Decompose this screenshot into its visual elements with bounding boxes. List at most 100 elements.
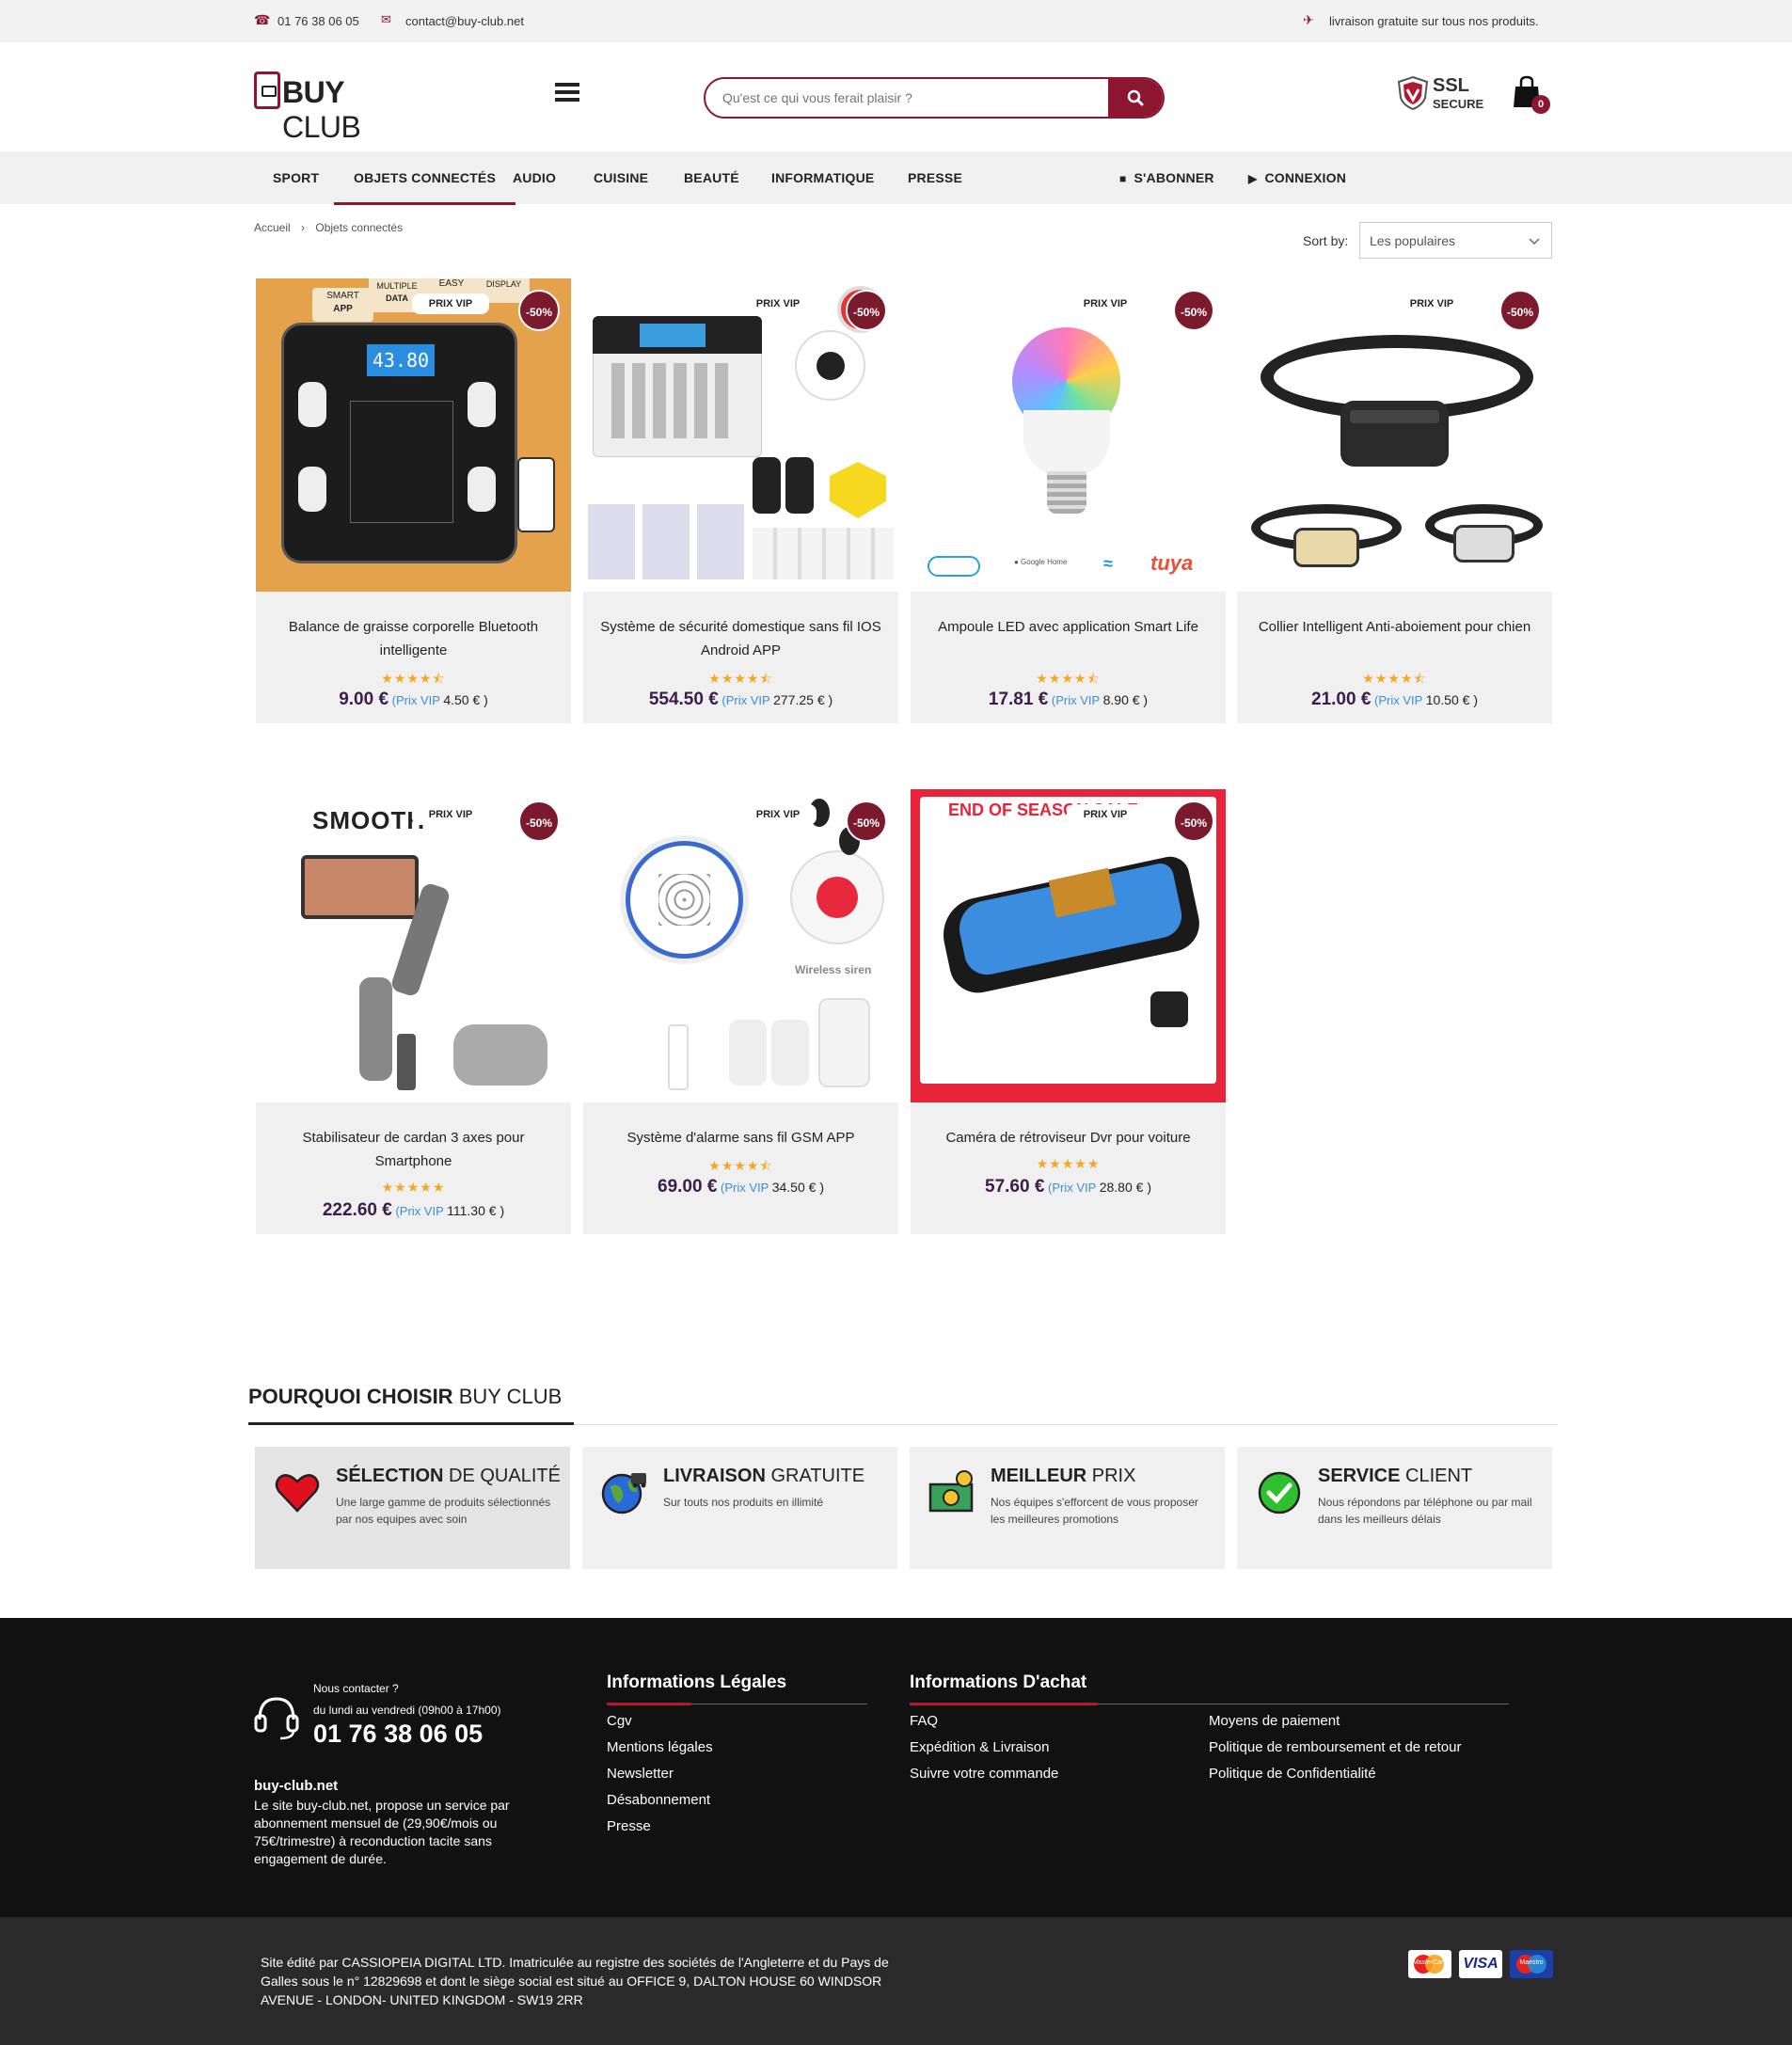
image-tag-text: EASY xyxy=(438,278,465,289)
price-value: 222.60 € xyxy=(322,1200,392,1220)
topbar-email[interactable]: contact@buy-club.net xyxy=(405,14,524,28)
page: ☎ 01 76 38 06 05 ✉ contact@buy-club.net … xyxy=(0,0,1792,2045)
login-link[interactable]: ▶ CONNEXION xyxy=(1248,151,1346,204)
product-price: 222.60 € (Prix VIP 111.30 € ) xyxy=(256,1200,571,1221)
feature-description: Sur touts nos produits en illimité xyxy=(663,1496,824,1509)
nav-item-objets-connectes[interactable]: OBJETS CONNECTÉS xyxy=(334,151,515,205)
feature-title: SERVICE CLIENT xyxy=(1318,1466,1473,1486)
discount-badge: -50% xyxy=(1173,290,1214,331)
footer-link-suivi[interactable]: Suivre votre commande xyxy=(910,1766,1058,1782)
footer-phone[interactable]: 01 76 38 06 05 xyxy=(313,1720,483,1749)
product-price: 69.00 € (Prix VIP 34.50 € ) xyxy=(583,1177,898,1197)
vip-price-value: 8.90 € ) xyxy=(1102,692,1149,707)
logo[interactable]: BUY CLUB xyxy=(254,71,423,144)
product-image[interactable] xyxy=(583,278,898,592)
vip-price-value: 277.25 € ) xyxy=(773,692,833,707)
footer-link-presse[interactable]: Presse xyxy=(607,1818,651,1834)
product-card[interactable]: ● Google Home ≈ tuya PRIX VIP -50% Ampou… xyxy=(911,278,1226,723)
logo-bag-icon xyxy=(254,71,280,109)
vip-badge: PRIX VIP xyxy=(1067,293,1144,314)
feature-description: Une large gamme de produits sélectionnés… xyxy=(336,1496,551,1526)
phone-icon: ☎ xyxy=(254,12,271,27)
product-name[interactable]: Stabilisateur de cardan 3 axes pour Smar… xyxy=(273,1126,554,1173)
heading-underline-accent xyxy=(910,1703,1098,1705)
product-name[interactable]: Caméra de rétroviseur Dvr pour voiture xyxy=(928,1126,1209,1149)
product-image[interactable]: END OF SEASON SALE xyxy=(911,789,1226,1102)
price-value: 69.00 € xyxy=(658,1177,718,1197)
footer-link-expedition[interactable]: Expédition & Livraison xyxy=(910,1739,1049,1755)
vip-price-label: (Prix VIP xyxy=(395,1204,444,1218)
end-of-season-banner-text: END OF SEASON SALE xyxy=(948,801,1139,819)
footer-link-desabonnement[interactable]: Désabonnement xyxy=(607,1792,710,1808)
vip-price-label: (Prix VIP xyxy=(1051,693,1100,707)
nav-item-audio[interactable]: AUDIO xyxy=(513,151,556,204)
cart-button[interactable]: 0 xyxy=(1511,75,1554,117)
footer: Nous contacter ? du lundi au vendredi (0… xyxy=(0,1618,1792,1917)
footer-link-faq[interactable]: FAQ xyxy=(910,1713,938,1729)
nav-item-beaute[interactable]: BEAUTÉ xyxy=(684,151,739,204)
logo-text: BUY CLUB xyxy=(282,75,361,144)
rating-stars: ★★★★⯪ xyxy=(1036,671,1101,686)
sort-label: Sort by: xyxy=(1303,233,1349,248)
rating-stars: ★★★★⯪ xyxy=(1362,671,1427,686)
breadcrumb-home[interactable]: Accueil xyxy=(254,221,291,234)
breadcrumb-current: Objets connectés xyxy=(315,221,404,234)
discount-badge: -50% xyxy=(518,801,560,842)
search-icon xyxy=(1127,89,1144,106)
topbar-phone[interactable]: 01 76 38 06 05 xyxy=(278,14,359,28)
play-icon: ▶ xyxy=(1248,172,1258,185)
nav-item-informatique[interactable]: INFORMATIQUE xyxy=(771,151,874,204)
discount-badge: -50% xyxy=(1499,290,1541,331)
main-nav: SPORT OBJETS CONNECTÉS AUDIO CUISINE BEA… xyxy=(0,151,1792,205)
subscribe-label: S'ABONNER xyxy=(1134,170,1214,185)
feature-description: Nous répondons par téléphone ou par mail… xyxy=(1318,1496,1532,1526)
footer-link-mentions[interactable]: Mentions légales xyxy=(607,1739,713,1755)
footer-link-newsletter[interactable]: Newsletter xyxy=(607,1766,674,1782)
feature-title: MEILLEUR PRIX xyxy=(991,1466,1136,1486)
cart-count-badge: 0 xyxy=(1531,95,1550,114)
product-image[interactable]: SMOOTH xyxy=(256,789,571,1102)
search-bar xyxy=(704,77,1165,119)
product-name[interactable]: Système de sécurité domestique sans fil … xyxy=(600,615,881,662)
product-card[interactable]: SMART APP MULTIPLE DATA EASY DISPLAY 43.80… xyxy=(256,278,571,723)
mastercard-icon: MasterCard xyxy=(1408,1950,1451,1978)
footer-link-cgv[interactable]: Cgv xyxy=(607,1713,632,1729)
product-name[interactable]: Collier Intelligent Anti-aboiement pour … xyxy=(1254,615,1535,639)
product-image[interactable]: SMART APP MULTIPLE DATA EASY DISPLAY 43.80 xyxy=(256,278,571,592)
product-card[interactable]: SMOOTH PRIX VIP -50% Stabilisateur de ca… xyxy=(256,789,571,1234)
legal-text: Site édité par CASSIOPEIA DIGITAL LTD. I… xyxy=(261,1955,889,2007)
search-input[interactable] xyxy=(706,79,1110,117)
vip-price-label: (Prix VIP xyxy=(391,693,440,707)
product-image[interactable]: ● Google Home ≈ tuya xyxy=(911,278,1226,592)
secure-label: SECURE xyxy=(1433,97,1484,111)
footer-link-confidentialite[interactable]: Politique de Confidentialité xyxy=(1209,1766,1376,1782)
product-card[interactable]: Wireless siren PRIX VIP -50% Système d'a… xyxy=(583,789,898,1234)
search-button[interactable] xyxy=(1108,79,1163,117)
footer-link-remboursement[interactable]: Politique de remboursement et de retour xyxy=(1209,1739,1461,1755)
footer-site-name: buy-club.net xyxy=(254,1778,339,1794)
footer-link-paiement[interactable]: Moyens de paiement xyxy=(1209,1713,1340,1729)
nav-item-cuisine[interactable]: CUISINE xyxy=(594,151,648,204)
product-card[interactable]: PRIX VIP -50% Système de sécurité domest… xyxy=(583,278,898,723)
product-name[interactable]: Système d'alarme sans fil GSM APP xyxy=(600,1126,881,1149)
visa-icon: VISA xyxy=(1459,1950,1502,1978)
nav-item-presse[interactable]: PRESSE xyxy=(908,151,962,204)
product-card[interactable]: PRIX VIP -50% Collier Intelligent Anti-a… xyxy=(1237,278,1552,723)
nav-item-sport[interactable]: SPORT xyxy=(273,151,319,204)
product-card[interactable]: END OF SEASON SALE PRIX VIP -50% Caméra … xyxy=(911,789,1226,1234)
maestro-label: Maestro xyxy=(1519,1959,1544,1966)
price-value: 17.81 € xyxy=(988,690,1049,709)
login-label: CONNEXION xyxy=(1264,170,1347,185)
vip-badge: PRIX VIP xyxy=(412,293,489,314)
footer-site-description: Le site buy-club.net, propose un service… xyxy=(254,1798,510,1866)
subscribe-link[interactable]: ■ S'ABONNER xyxy=(1119,151,1214,204)
feature-card: SÉLECTION DE QUALITÉ Une large gamme de … xyxy=(255,1447,570,1569)
vip-badge: PRIX VIP xyxy=(1393,293,1470,314)
product-name[interactable]: Ampoule LED avec application Smart Life xyxy=(928,615,1209,639)
sort-select[interactable]: Les populaires xyxy=(1359,222,1552,259)
menu-toggle-button[interactable] xyxy=(555,83,579,102)
product-image[interactable]: Wireless siren xyxy=(583,789,898,1102)
price-value: 9.00 € xyxy=(339,690,389,709)
product-image[interactable] xyxy=(1237,278,1552,592)
product-name[interactable]: Balance de graisse corporelle Bluetooth … xyxy=(273,615,554,662)
